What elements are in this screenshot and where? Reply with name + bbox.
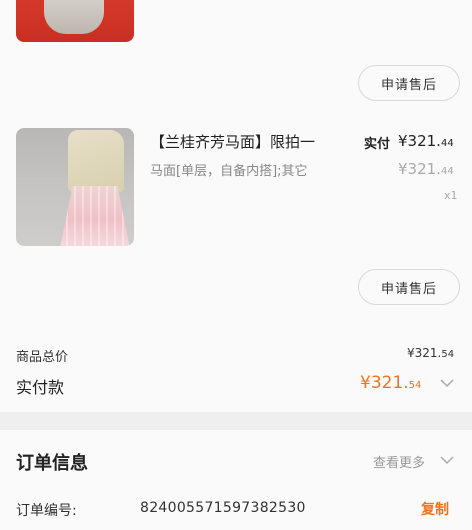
paid-amount-label: 实付款 <box>16 378 65 397</box>
after-sale-button[interactable]: 申请售后 <box>358 269 460 305</box>
chevron-down-icon[interactable] <box>440 379 454 388</box>
paid-amount-cents: 54 <box>408 380 422 391</box>
product-title[interactable]: 【兰桂齐芳马面】限拍一 <box>150 131 350 152</box>
product-thumbnail[interactable] <box>16 128 134 246</box>
after-sale-button-top[interactable]: 申请售后 <box>358 65 460 101</box>
original-price-cents: 44 <box>440 166 454 177</box>
total-price-main: ¥321. <box>407 346 442 360</box>
total-price-label: 商品总价 <box>16 350 69 365</box>
order-number: 824005571597382530 <box>140 500 306 516</box>
total-price: ¥321.54 <box>407 346 454 360</box>
product-jacket-shape <box>68 130 124 192</box>
view-more-link[interactable]: 查看更多 <box>373 452 425 471</box>
product-thumbnail-top[interactable] <box>16 0 134 42</box>
product-figure <box>44 0 104 34</box>
order-info-section: 订单信息 查看更多 订单编号: 824005571597382530 复制 <box>0 430 472 530</box>
paid-amount-main: ¥321. <box>360 373 409 393</box>
order-info-title: 订单信息 <box>16 453 88 474</box>
paid-price: ¥321.44 <box>398 132 454 150</box>
order-number-label: 订单编号: <box>16 503 77 519</box>
total-price-cents: 54 <box>441 349 455 360</box>
paid-price-cents: 44 <box>440 138 454 149</box>
paid-label: 实付 <box>364 137 391 152</box>
chevron-down-icon[interactable] <box>440 456 454 465</box>
original-price-main: ¥321. <box>398 160 441 178</box>
original-price: ¥321.44 <box>398 160 454 178</box>
product-skirt-pleats <box>60 186 130 246</box>
order-items-card: 申请售后 【兰桂齐芳马面】限拍一 马面[单层，自备内搭];其它 实付 ¥321.… <box>0 0 472 412</box>
paid-price-main: ¥321. <box>398 132 441 150</box>
product-spec: 马面[单层，自备内搭];其它 <box>150 164 308 179</box>
paid-amount[interactable]: ¥321.54 <box>360 373 421 393</box>
quantity: x1 <box>444 189 458 202</box>
section-divider <box>0 412 472 430</box>
copy-button[interactable]: 复制 <box>421 499 449 519</box>
